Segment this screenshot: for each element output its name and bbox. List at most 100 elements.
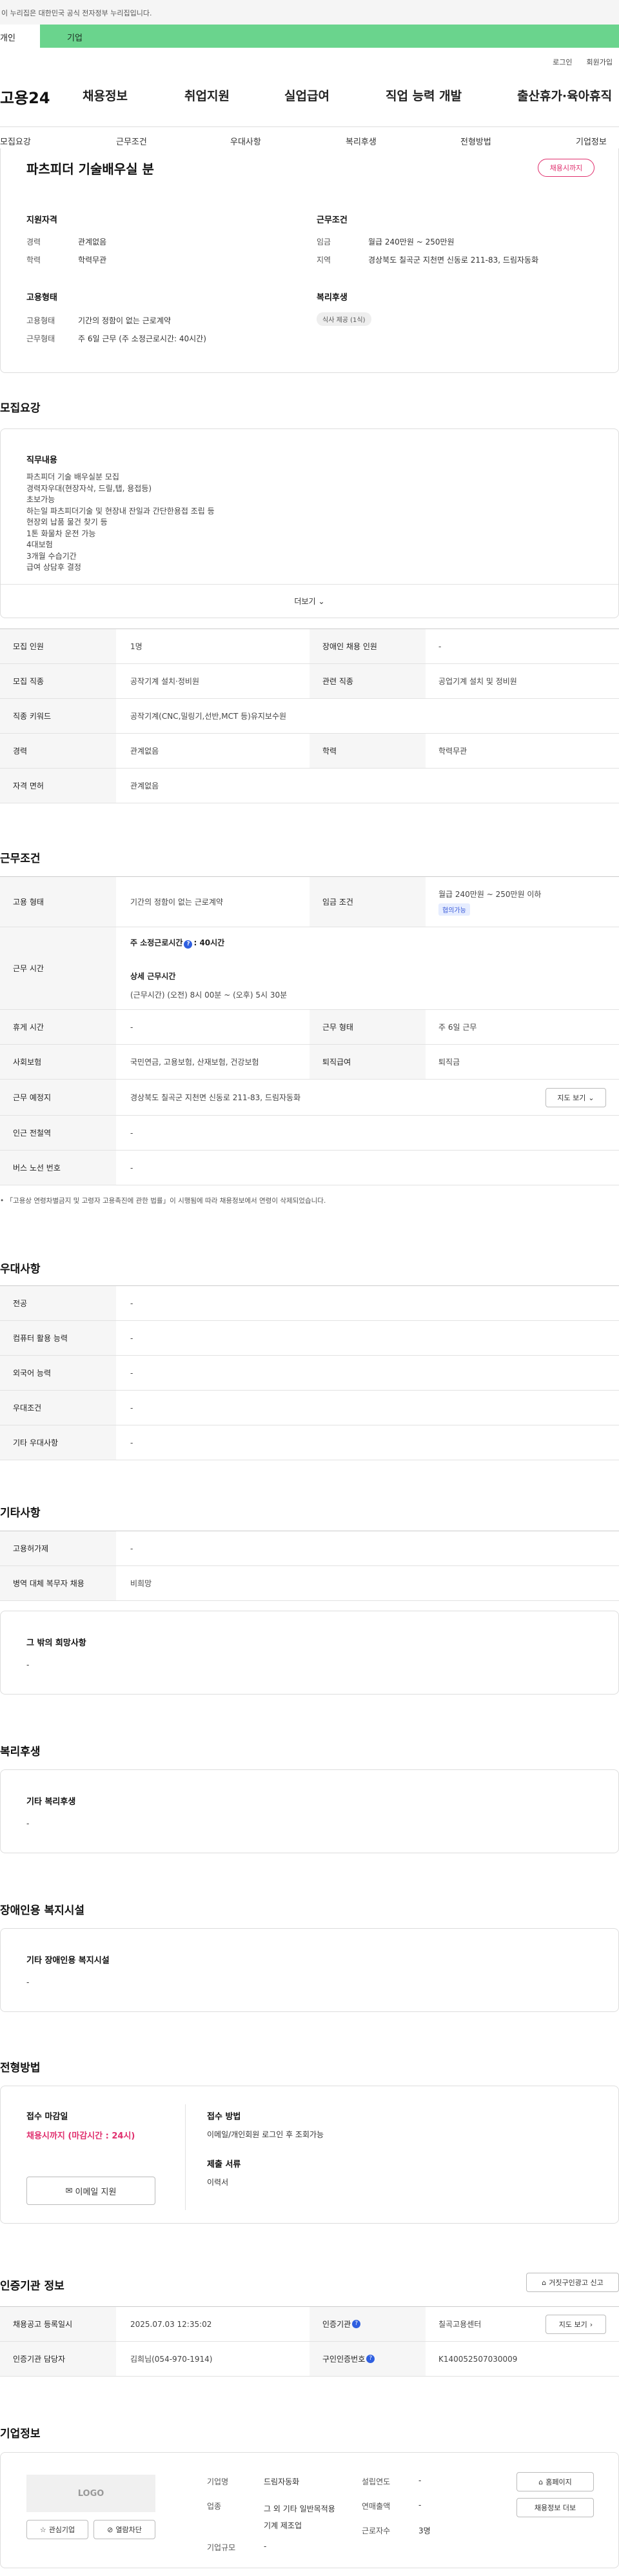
table-row: 근무 예정지 경상북도 칠곡군 지천면 신동로 211-83, 드림자동화 지도… [0,1080,619,1116]
homepage-button[interactable]: ⌂ 홈페이지 [516,2472,594,2491]
table-row: 전공 - [0,1286,619,1321]
table-header: 근무 형태 [310,1010,426,1044]
table-cell: 1명 [130,642,142,651]
cert-agency-label: 인증기관 [322,2320,351,2329]
tab-individual[interactable]: 개인 [0,25,40,48]
table-header: 휴게 시간 [0,1010,116,1044]
hours-cell: 주 소정근로시간?: 40시간 상세 근무시간 (근무시간) (오전) 8시 0… [116,927,287,1009]
question-icon[interactable]: ? [366,2355,375,2363]
subnav-welfare[interactable]: 복리후생 [346,135,377,147]
table-header: 자격 면허 [0,769,116,803]
job-desc-line: 초보가능 [26,495,55,504]
table-row: 기타 우대사항 - [0,1425,619,1460]
docs-title: 제출 서류 [207,2160,241,2169]
table-row: 인증기관 담당자 김희님(054-970-1914) 구인인증번호? K14005… [0,2342,619,2377]
site-logo[interactable]: 고용24 [0,85,50,108]
table-cell: - [130,1403,133,1413]
table-cell: - [130,1022,133,1032]
preference-table: 전공 - 컴퓨터 활용 능력 - 외국어 능력 - 우대조건 - 기타 우대사항 - [0,1285,619,1460]
user-type-tabs: 개인 기업 [0,25,619,48]
weekly-hours-value: : 40시간 [193,938,225,947]
table-header: 인근 전철역 [0,1116,116,1150]
deadline-title: 접수 마감일 [26,2112,68,2122]
table-header: 외국어 능력 [0,1356,116,1390]
table-header: 학력 [310,734,426,768]
table-cell: 2025.07.03 12:35:02 [130,2319,212,2329]
subnav-conditions[interactable]: 근무조건 [116,135,147,147]
welfare-title: 복리후생 [317,293,348,303]
home-icon: ⌂ [538,2477,544,2486]
welfare-tag: 식사 제공 (1식) [317,312,371,326]
table-cell: 관계없음 [130,747,159,756]
table-header: 채용공고 등록일시 [0,2307,116,2341]
wage-cell: 월급 240만원 ~ 250만원 이하 협의가능 [426,877,541,927]
conditions-heading: 근무조건 [0,852,41,865]
table-cell: 비희망 [130,1579,152,1588]
table-header: 전공 [0,1286,116,1320]
table-header: 근무 예정지 [0,1080,116,1115]
subnav-screening[interactable]: 전형방법 [460,135,491,147]
gnb-item-unemployment-benefit[interactable]: 실업급여 [284,86,329,104]
table-cell: - [130,1544,133,1553]
company-info-value: - [418,2501,422,2510]
table-cell: 주 6일 근무 [438,1023,477,1032]
table-header: 구인인증번호? [310,2342,426,2376]
gnb-item-vocational-training[interactable]: 직업 능력 개발 [386,86,462,104]
question-icon[interactable]: ? [184,940,193,949]
table-header: 관련 직종 [310,664,426,698]
subnav-preference[interactable]: 우대사항 [230,135,261,147]
map-button-label: 지도 보기 [557,1094,586,1102]
table-cell: - [130,1333,133,1343]
disabled-heading: 장애인용 복지시설 [0,1904,85,1917]
summary-card: 파츠피더 기술배우실 분 채용시까지 지원자격 경력 관계없음 학력 학력무관 … [0,148,619,373]
question-icon[interactable]: ? [352,2320,361,2328]
table-cell: 퇴직금 [438,1058,460,1067]
table-row: 인근 전철역 - [0,1116,619,1151]
map-button[interactable]: 지도 보기 ⌄ [545,1088,606,1107]
table-header: 경력 [0,734,116,768]
cond-title: 근무조건 [317,216,348,225]
table-header: 임금 조건 [310,877,426,927]
table-header: 사회보험 [0,1045,116,1079]
preference-heading: 우대사항 [0,1263,41,1276]
login-link[interactable]: 로그인 [553,57,572,67]
gnb-item-jobs[interactable]: 채용정보 [83,86,128,104]
more-jobs-button[interactable]: 채용정보 더보 [516,2498,594,2517]
subnav-recruit[interactable]: 모집요강 [0,135,31,147]
gnb-item-employment-support[interactable]: 취업지원 [184,86,230,104]
report-button[interactable]: ⌂ 거짓구인광고 신고 [526,2273,619,2292]
tab-company[interactable]: 기업 [40,25,619,48]
chevron-down-icon: ⌄ [318,596,325,606]
emp-label: 고용형태 [26,316,55,325]
block-view-button[interactable]: ⊘ 열람차단 [93,2520,155,2539]
email-apply-button[interactable]: ✉ 이메일 지원 [26,2177,155,2205]
weekly-hours-label: 주 소정근로시간 [130,938,183,947]
cert-number-label: 구인인증번호 [322,2355,366,2364]
favorite-company-button[interactable]: ☆ 관심기업 [26,2520,88,2539]
weekly-hours: 주 소정근로시간?: 40시간 [130,937,224,949]
hours-detail-title: 상세 근무시간 [130,971,176,981]
method-value: 이메일/개인회원 로그인 후 조회가능 [207,2130,324,2139]
company-heading: 기업정보 [0,2428,41,2440]
cond-value: 경상북도 칠곡군 지천면 신동로 211-83, 드림자동화 [368,256,539,265]
qual-title: 지원자격 [26,216,57,225]
company-info-value: - [264,2542,267,2551]
more-button[interactable]: 더보기 ⌄ [1,584,618,618]
homepage-label: 홈페이지 [545,2478,572,2486]
table-row: 병역 대체 복무자 채용 비희망 [0,1566,619,1601]
wage-value: 월급 240만원 ~ 250만원 이하 [438,889,542,899]
subnav-company[interactable]: 기업정보 [576,135,607,147]
job-desc-line: 현장외 납품 물건 찾기 등 [26,518,108,527]
conditions-table: 고용 형태 기간의 정함이 없는 근로계약 임금 조건 월급 240만원 ~ 2… [0,876,619,1185]
join-link[interactable]: 회원가입 [587,57,613,67]
cond-value: 월급 240만원 ~ 250만원 [368,237,455,247]
more-label: 더보기 [294,597,316,606]
company-info-value: 그 외 기타 일반목적용 기계 제조업 [264,2504,335,2530]
table-cell: 김희님(054-970-1914) [130,2355,213,2364]
table-row: 외국어 능력 - [0,1356,619,1391]
age-law-note-text: 「고용상 연령차별금지 및 고령자 고용촉진에 관한 법률」이 시행됨에 따라 … [6,1197,326,1205]
gnb-item-parental-leave[interactable]: 출산휴가·육아휴직 [517,86,612,104]
table-row: 직종 키워드 공작기계(CNC,밀링기,선반,MCT 등)유지보수원 [0,699,619,734]
agency-map-button[interactable]: 지도 보기 › [545,2315,606,2334]
job-desc-line: 파츠피더 기술 배우실분 모집 [26,472,119,481]
